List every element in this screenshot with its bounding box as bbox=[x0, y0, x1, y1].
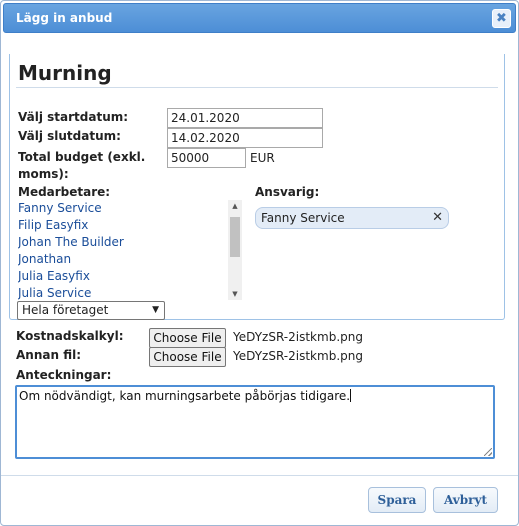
save-button[interactable]: Spara bbox=[368, 487, 426, 513]
section-title: Murning bbox=[18, 61, 112, 85]
cancel-button[interactable]: Avbryt bbox=[433, 487, 498, 513]
responsible-label: Ansvarig: bbox=[255, 185, 320, 199]
chevron-down-icon: ▼ bbox=[152, 305, 159, 315]
scroll-down-icon[interactable]: ▼ bbox=[228, 288, 242, 300]
other-file-button[interactable]: Choose File bbox=[149, 347, 226, 367]
staff-item[interactable]: Julia Service bbox=[18, 285, 244, 302]
notes-text: Om nödvändigt, kan murningsarbete påbörj… bbox=[19, 389, 351, 403]
group-select[interactable]: Hela företaget ▼ bbox=[17, 301, 165, 320]
staff-item[interactable]: Julia Easyfix bbox=[18, 268, 244, 285]
bid-dialog: Lägg in anbud ✖ Murning Välj startdatum:… bbox=[0, 0, 519, 526]
footer-divider bbox=[1, 475, 518, 476]
budget-label-line1: Total budget (exkl. bbox=[18, 150, 146, 164]
staff-item[interactable]: Filip Easyfix bbox=[18, 217, 244, 234]
cost-file-button[interactable]: Choose File bbox=[149, 328, 226, 348]
budget-input[interactable]: 50000 bbox=[167, 148, 246, 168]
group-select-value: Hela företaget bbox=[22, 303, 109, 317]
end-date-label: Välj slutdatum: bbox=[18, 129, 121, 143]
resize-handle-icon[interactable] bbox=[484, 448, 492, 456]
section-divider bbox=[16, 87, 498, 88]
remove-icon[interactable]: ✕ bbox=[432, 208, 443, 228]
staff-item[interactable]: Jonathan bbox=[18, 251, 244, 268]
scroll-up-icon[interactable]: ▲ bbox=[228, 200, 242, 212]
close-icon[interactable]: ✖ bbox=[492, 9, 511, 28]
notes-textarea[interactable]: Om nödvändigt, kan murningsarbete påbörj… bbox=[15, 385, 495, 459]
dialog-titlebar[interactable]: Lägg in anbud ✖ bbox=[3, 3, 516, 33]
cost-file-name: YeDYzSR-2istkmb.png bbox=[233, 330, 363, 344]
staff-listbox[interactable]: Fanny Service Filip Easyfix Johan The Bu… bbox=[18, 200, 244, 302]
dialog-title: Lägg in anbud bbox=[16, 11, 113, 25]
other-file-name: YeDYzSR-2istkmb.png bbox=[233, 349, 363, 363]
staff-label: Medarbetare: bbox=[18, 185, 111, 199]
cost-estimate-label: Kostnadskalkyl: bbox=[16, 329, 124, 343]
responsible-name: Fanny Service bbox=[261, 211, 345, 225]
scroll-thumb[interactable] bbox=[230, 217, 240, 257]
notes-label: Anteckningar: bbox=[16, 368, 112, 382]
start-date-input[interactable]: 24.01.2020 bbox=[167, 108, 323, 128]
budget-unit: EUR bbox=[250, 151, 275, 165]
work-section-panel: Murning Välj startdatum: 24.01.2020 Välj… bbox=[9, 54, 505, 320]
other-file-label: Annan fil: bbox=[16, 348, 81, 362]
staff-item[interactable]: Fanny Service bbox=[18, 200, 244, 217]
start-date-label: Välj startdatum: bbox=[18, 110, 129, 124]
responsible-chip: Fanny Service ✕ bbox=[255, 207, 449, 229]
staff-scrollbar[interactable]: ▲ ▼ bbox=[228, 200, 242, 300]
budget-label-line2: moms): bbox=[18, 167, 69, 181]
end-date-input[interactable]: 14.02.2020 bbox=[167, 128, 323, 148]
text-cursor bbox=[350, 389, 352, 402]
staff-item[interactable]: Johan The Builder bbox=[18, 234, 244, 251]
